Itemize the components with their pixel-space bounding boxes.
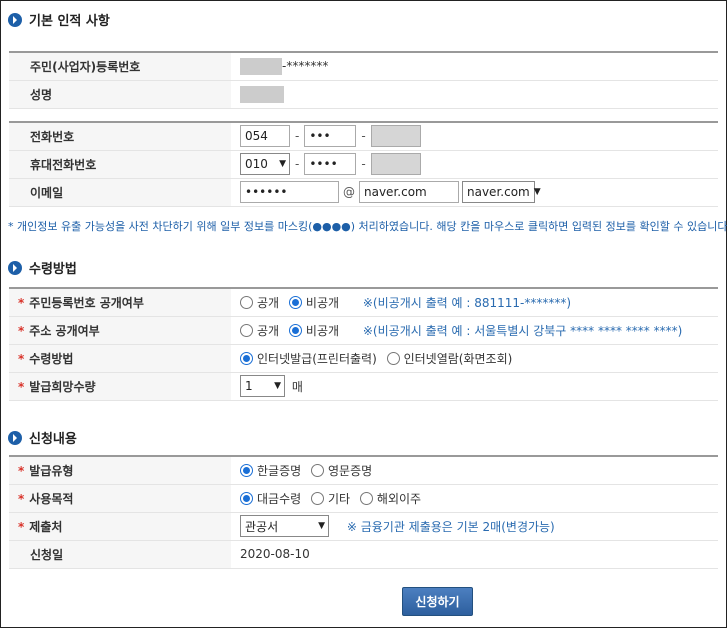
mobile-mid-input[interactable]: •••• [304, 153, 357, 175]
mobile-fields: 010 ▼ - •••• - [231, 150, 718, 179]
rrn-label: 주민(사업자)등록번호 [9, 51, 231, 81]
addr-public-note: ※(비공개시 출력 예 : 서울특별시 강북구 **** **** **** *… [362, 323, 683, 338]
rrn-public-label: * 주민등록번호 공개여부 [9, 287, 231, 317]
receipt-table: * 주민등록번호 공개여부 공개 비공개 ※(비공개시 출력 예 : 881111… [9, 287, 718, 401]
method-view-radio[interactable]: 인터넷열람(화면조회) [386, 350, 512, 367]
qty-select[interactable]: 1 ▼ [240, 375, 285, 397]
qty-field: 1 ▼ 매 [231, 372, 718, 401]
email-domain-input[interactable]: naver.com [359, 181, 459, 203]
mobile-last-input[interactable] [370, 153, 421, 175]
rrn-private-radio[interactable]: 비공개 [288, 294, 339, 311]
addr-public-options: 공개 비공개 ※(비공개시 출력 예 : 서울특별시 강북구 **** ****… [231, 316, 718, 345]
email-label: 이메일 [9, 178, 231, 207]
type-korean-radio[interactable]: 한글증명 [240, 462, 301, 479]
arrow-circle-icon [8, 430, 22, 445]
section-receipt-title: 수령방법 [8, 258, 77, 277]
type-english-radio[interactable]: 영문증명 [311, 462, 372, 479]
qty-unit: 매 [291, 379, 303, 394]
table-row: 휴대전화번호 010 ▼ - •••• - [9, 150, 718, 179]
submit-to-field: 관공서 ▼ ※ 금융기관 제출용은 기본 2매(변경가능) [231, 512, 718, 541]
arrow-circle-icon [8, 12, 22, 27]
required-mark: * [18, 351, 25, 366]
table-row: * 주소 공개여부 공개 비공개 ※(비공개시 출력 예 : 서울특별시 강북구 … [9, 316, 718, 345]
submit-button[interactable]: 신청하기 [402, 587, 473, 616]
rrn-mask[interactable] [240, 57, 282, 75]
email-fields: •••••• @ naver.com naver.com ▼ [231, 178, 718, 207]
type-label: * 발급유형 [9, 455, 231, 485]
required-mark: * [18, 519, 25, 534]
chevron-down-icon: ▼ [279, 159, 286, 169]
type-options: 한글증명 영문증명 [231, 455, 718, 485]
method-print-radio[interactable]: 인터넷발급(프린터출력) [240, 350, 377, 367]
table-row: 성명 [9, 80, 718, 109]
email-domain-select[interactable]: naver.com ▼ [462, 181, 541, 203]
section-request-title: 신청내용 [8, 428, 77, 447]
method-label: * 수령방법 [9, 344, 231, 373]
arrow-circle-icon [8, 260, 22, 275]
mobile-label: 휴대전화번호 [9, 150, 231, 179]
method-options: 인터넷발급(프린터출력) 인터넷열람(화면조회) [231, 344, 718, 373]
table-row: 이메일 •••••• @ naver.com naver.com ▼ [9, 178, 718, 207]
phone-fields: 054- ••• - [231, 121, 718, 151]
purpose-label: * 사용목적 [9, 484, 231, 513]
addr-private-radio[interactable]: 비공개 [288, 322, 339, 339]
addr-public-radio[interactable]: 공개 [240, 322, 279, 339]
required-mark: * [18, 323, 25, 338]
table-row: * 발급희망수량 1 ▼ 매 [9, 372, 718, 401]
required-mark: * [18, 379, 25, 394]
required-mark: * [18, 295, 25, 310]
rrn-public-note: ※(비공개시 출력 예 : 881111-*******) [362, 295, 572, 310]
submit-to-label: * 제출처 [9, 512, 231, 541]
date-value: 2020-08-10 [231, 540, 718, 569]
request-table: * 발급유형 한글증명 영문증명 * 사용목적 대금수령 기타 해외이주 * 제출처 … [9, 455, 718, 569]
required-mark: * [18, 491, 25, 506]
masking-notice: * 개인정보 유출 가능성을 사전 차단하기 위해 일부 정보를 마스킹(●●●… [8, 220, 727, 233]
table-row: 주민(사업자)등록번호 -******* [9, 51, 718, 81]
table-row: * 제출처 관공서 ▼ ※ 금융기관 제출용은 기본 2매(변경가능) [9, 512, 718, 541]
name-mask[interactable] [240, 85, 284, 103]
phone-mid-input[interactable]: ••• [304, 125, 357, 148]
chevron-down-icon: ▼ [318, 521, 325, 531]
chevron-down-icon: ▼ [533, 187, 541, 197]
phone-last-input[interactable] [370, 125, 421, 148]
name-value[interactable] [231, 80, 718, 109]
basic-info-table: 주민(사업자)등록번호 -******* 성명 [9, 51, 718, 109]
rrn-public-options: 공개 비공개 ※(비공개시 출력 예 : 881111-*******) [231, 287, 718, 317]
email-id-input[interactable]: •••••• [240, 181, 339, 203]
purpose-abroad-radio[interactable]: 해외이주 [359, 490, 421, 507]
table-row: 전화번호 054- ••• - [9, 121, 718, 151]
table-row: * 주민등록번호 공개여부 공개 비공개 ※(비공개시 출력 예 : 881111… [9, 287, 718, 317]
table-row: 신청일 2020-08-10 [9, 540, 718, 569]
qty-label: * 발급희망수량 [9, 372, 231, 401]
purpose-loan-radio[interactable]: 대금수령 [240, 490, 301, 507]
contact-table: 전화번호 054- ••• - 휴대전화번호 010 ▼ - •••• - 이메일 ••••… [9, 121, 718, 207]
table-row: * 수령방법 인터넷발급(프린터출력) 인터넷열람(화면조회) [9, 344, 718, 373]
rrn-value[interactable]: -******* [231, 51, 718, 81]
chevron-down-icon: ▼ [274, 381, 281, 391]
mobile-prefix-select[interactable]: 010 ▼ [240, 153, 290, 175]
purpose-options: 대금수령 기타 해외이주 [231, 484, 718, 513]
date-label: 신청일 [9, 540, 231, 569]
phone-label: 전화번호 [9, 121, 231, 151]
submit-to-select[interactable]: 관공서 ▼ [240, 515, 329, 537]
rrn-public-radio[interactable]: 공개 [240, 294, 279, 311]
phone-area-input[interactable]: 054 [240, 125, 290, 148]
submit-to-note: ※ 금융기관 제출용은 기본 2매(변경가능) [346, 519, 555, 534]
table-row: * 발급유형 한글증명 영문증명 [9, 455, 718, 485]
name-label: 성명 [9, 80, 231, 109]
section-basic-title: 기본 인적 사항 [8, 10, 110, 29]
purpose-other-radio[interactable]: 기타 [311, 490, 350, 507]
table-row: * 사용목적 대금수령 기타 해외이주 [9, 484, 718, 513]
required-mark: * [18, 463, 25, 478]
addr-public-label: * 주소 공개여부 [9, 316, 231, 345]
